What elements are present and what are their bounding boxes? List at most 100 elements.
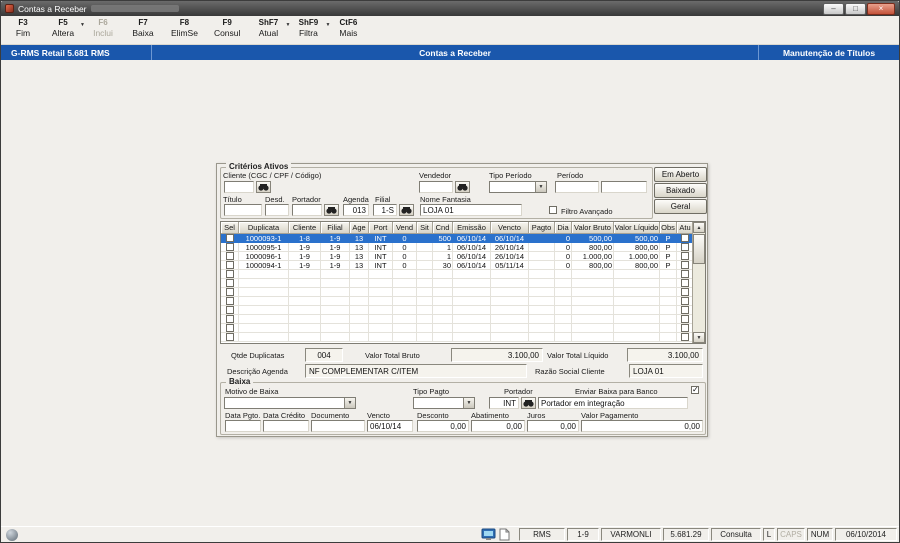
toolbar-button-atual[interactable]: ShF7 Atual ▼: [256, 18, 291, 38]
desd-input[interactable]: [265, 204, 289, 216]
data-pgto-input[interactable]: [225, 420, 261, 432]
row-select-checkbox[interactable]: [225, 306, 234, 314]
baixado-button[interactable]: Baixado: [654, 183, 707, 198]
toolbar-button-baixa[interactable]: F7 Baixa: [131, 18, 155, 38]
grid-column-header-valor_liquido[interactable]: Valor Líquido: [614, 222, 660, 234]
grid-row[interactable]: [221, 270, 693, 279]
grid-row[interactable]: 1000093-1 1-8 1-9 13 INT 0 500 06/10/14 06/10/14…: [221, 234, 693, 243]
toolbar-button-filtra[interactable]: ShF9 Filtra ▼: [296, 18, 331, 38]
toolbar-button-elimse[interactable]: F8 ElimSe: [171, 18, 198, 38]
toolbar-button-mais[interactable]: CtF6 Mais: [336, 18, 360, 38]
abatimento-input[interactable]: 0,00: [471, 420, 525, 432]
geral-button[interactable]: Geral: [654, 199, 707, 214]
row-select-checkbox[interactable]: [225, 324, 234, 332]
tipo-pagto-select[interactable]: ▼: [413, 397, 475, 409]
grid-row[interactable]: [221, 306, 693, 315]
grid-row[interactable]: [221, 333, 693, 342]
scroll-down-icon[interactable]: ▼: [693, 332, 705, 343]
toolbar-button-altera[interactable]: F5 Altera ▼: [51, 18, 85, 38]
grid-column-header-sel[interactable]: Sel: [221, 222, 239, 234]
row-select-checkbox[interactable]: [225, 261, 234, 269]
dropdown-arrow-icon[interactable]: ▼: [325, 22, 330, 28]
portador-search-button[interactable]: [324, 204, 339, 216]
baixa-portador-input[interactable]: INT: [489, 397, 519, 409]
row-select-checkbox[interactable]: [225, 297, 234, 305]
scroll-up-icon[interactable]: ▲: [693, 222, 705, 233]
row-atu-checkbox[interactable]: [681, 333, 689, 341]
row-atu-checkbox[interactable]: [681, 261, 689, 269]
grid-column-header-cliente[interactable]: Cliente: [289, 222, 321, 234]
grid-row[interactable]: [221, 279, 693, 288]
grid-row[interactable]: 1000096-1 1-9 1-9 13 INT 0 1 06/10/14 26/10/14 0 1…: [221, 252, 693, 261]
enviar-banco-checkbox[interactable]: [691, 385, 699, 394]
baixa-portador-search-button[interactable]: [521, 397, 536, 409]
grid-scrollbar[interactable]: ▲ ▼: [692, 222, 705, 343]
desconto-input[interactable]: 0,00: [417, 420, 469, 432]
row-atu-checkbox[interactable]: [681, 252, 689, 260]
documento-input[interactable]: [311, 420, 365, 432]
grid-column-header-valor_bruto[interactable]: Valor Bruto: [572, 222, 614, 234]
filial-search-button[interactable]: [399, 204, 414, 216]
grid-column-header-cnd[interactable]: Cnd: [433, 222, 453, 234]
row-select-checkbox[interactable]: [225, 315, 234, 323]
grid-row[interactable]: [221, 297, 693, 306]
chevron-down-icon[interactable]: ▼: [344, 398, 355, 408]
chevron-down-icon[interactable]: ▼: [463, 398, 474, 408]
vendedor-input[interactable]: [419, 181, 453, 193]
close-button[interactable]: ×: [867, 2, 895, 15]
agenda-input[interactable]: 013: [343, 204, 369, 216]
grid-column-header-duplicata[interactable]: Duplicata: [239, 222, 289, 234]
periodo-de-input[interactable]: [555, 181, 599, 193]
cliente-search-button[interactable]: [256, 181, 271, 193]
grid-row[interactable]: [221, 288, 693, 297]
grid-column-header-dia[interactable]: Dia: [555, 222, 572, 234]
filtro-avancado-checkbox[interactable]: [549, 206, 557, 214]
row-atu-checkbox[interactable]: [681, 306, 689, 314]
grid-column-header-port[interactable]: Port: [369, 222, 393, 234]
grid-column-header-age[interactable]: Age: [350, 222, 369, 234]
row-atu-checkbox[interactable]: [681, 288, 689, 296]
maximize-button[interactable]: □: [845, 2, 866, 15]
toolbar-button-fim[interactable]: F3 Fim: [11, 18, 35, 38]
row-atu-checkbox[interactable]: [681, 243, 689, 251]
juros-input[interactable]: 0,00: [527, 420, 579, 432]
row-select-checkbox[interactable]: [225, 288, 234, 296]
vendedor-search-button[interactable]: [455, 181, 470, 193]
row-atu-checkbox[interactable]: [681, 279, 689, 287]
row-atu-checkbox[interactable]: [681, 297, 689, 305]
taskbar-app-icon[interactable]: [6, 528, 18, 541]
grid-row[interactable]: 1000095-1 1-9 1-9 13 INT 0 1 06/10/14 26/10/14 0 8…: [221, 243, 693, 252]
grid-row[interactable]: 1000094-1 1-9 1-9 13 INT 0 30 06/10/14 05/11/14 0…: [221, 261, 693, 270]
portador-input[interactable]: [292, 204, 322, 216]
row-select-checkbox[interactable]: [225, 279, 234, 287]
valor-pagamento-input[interactable]: 0,00: [581, 420, 703, 432]
grid-column-header-obs[interactable]: Obs: [660, 222, 677, 234]
filial-input[interactable]: 1-S: [373, 204, 397, 216]
em-aberto-button[interactable]: Em Aberto: [654, 167, 707, 182]
cliente-input[interactable]: [224, 181, 254, 193]
row-atu-checkbox[interactable]: [681, 234, 689, 242]
grid-column-header-sit[interactable]: Sit: [417, 222, 433, 234]
vencto-input[interactable]: 06/10/14: [367, 420, 413, 432]
row-atu-checkbox[interactable]: [681, 270, 689, 278]
titulo-input[interactable]: [224, 204, 262, 216]
row-select-checkbox[interactable]: [225, 243, 234, 251]
row-select-checkbox[interactable]: [225, 234, 234, 242]
nome-fantasia-input[interactable]: LOJA 01: [420, 204, 522, 216]
periodo-ate-input[interactable]: [601, 181, 647, 193]
row-atu-checkbox[interactable]: [681, 315, 689, 323]
grid-column-header-vend[interactable]: Vend: [393, 222, 417, 234]
grid-column-header-atu[interactable]: Atu: [677, 222, 693, 234]
dropdown-arrow-icon[interactable]: ▼: [285, 22, 290, 28]
grid-column-header-vencto[interactable]: Vencto: [491, 222, 529, 234]
grid-column-header-pagto[interactable]: Pagto: [529, 222, 555, 234]
chevron-down-icon[interactable]: ▼: [535, 182, 546, 192]
grid-row[interactable]: [221, 315, 693, 324]
grid-row[interactable]: [221, 324, 693, 333]
scroll-thumb[interactable]: [693, 234, 705, 264]
row-select-checkbox[interactable]: [225, 270, 234, 278]
motivo-baixa-select[interactable]: ▼: [224, 397, 356, 409]
minimize-button[interactable]: –: [823, 2, 844, 15]
scroll-track[interactable]: [693, 264, 705, 332]
tipo-periodo-select[interactable]: ▼: [489, 181, 547, 193]
